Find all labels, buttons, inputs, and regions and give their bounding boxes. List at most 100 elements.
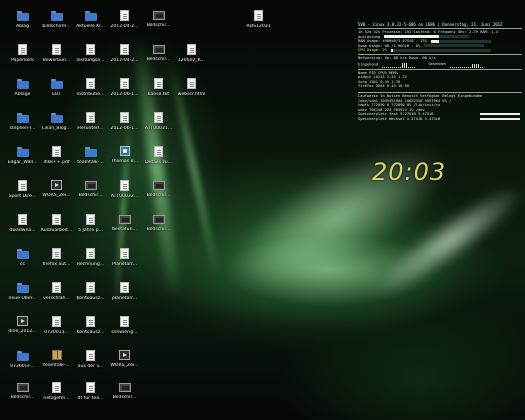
desktop-icon[interactable]: netzgefm...	[40, 382, 73, 415]
desktop-icon[interactable]: bildschirm...	[40, 10, 73, 43]
desktop-icon[interactable]: Auszuarbeit...	[40, 214, 73, 247]
desktop-icon[interactable]: stephen-l...	[6, 112, 39, 145]
desktop-icon[interactable]: 5 Jahre p...	[74, 214, 107, 247]
desktop-icon-label: stephen-l...	[9, 126, 36, 131]
desktop-icon-label: EBT	[52, 92, 61, 97]
net-in-graph	[382, 60, 417, 68]
graph-bar	[400, 66, 402, 68]
graph-bar	[410, 66, 412, 68]
graph-bar	[462, 66, 464, 68]
document-icon	[86, 112, 95, 123]
ram-bar	[431, 39, 492, 43]
graph-bar	[466, 66, 468, 68]
folder-icon	[16, 147, 29, 157]
desktop-icon-label: dwadwna...	[9, 228, 36, 233]
desktop-icon[interactable]: 2012-04-2...	[108, 10, 141, 43]
desktop-icon[interactable]: dwadwna...	[6, 214, 39, 247]
desktop-icon[interactable]: EBT	[40, 78, 73, 111]
desktop-icon[interactable]: kaese.txt	[142, 78, 175, 111]
desktop-icon[interactable]: 120502_K...	[175, 44, 208, 77]
conky-net-graphs: Eingehend Gesendet	[358, 60, 522, 68]
desktop-icon[interactable]: Rechnung...	[74, 248, 107, 281]
desktop-icon[interactable]: Bildschir...	[142, 10, 175, 43]
desktop-icon[interactable]: Planetarr...	[108, 248, 141, 281]
desktop-icon[interactable]: Bildschir...	[6, 382, 39, 415]
desktop-icon[interactable]: ifikk++.pdf	[40, 146, 73, 179]
desktop-icon[interactable]: Bildschir...	[74, 180, 107, 213]
desktop-icon[interactable]: teamtalk-...	[74, 146, 107, 179]
document-icon	[120, 180, 129, 191]
desktop-icon[interactable]: Kontoausz...	[74, 282, 107, 315]
desktop-icon[interactable]: Edgar_Wall...	[6, 146, 39, 179]
desktop-icon[interactable]: Paperkork	[6, 44, 39, 77]
desktop-icon-label: netzgefm...	[43, 396, 70, 401]
document-icon	[18, 44, 27, 55]
desktop-icon[interactable]: Details zu...	[142, 146, 175, 179]
desktop-icon[interactable]: Bewerbun...	[40, 44, 73, 77]
clock: 20:03	[372, 158, 447, 186]
desktop-icon[interactable]: Bildschir...	[108, 382, 141, 415]
desktop-icon[interactable]: Lilian_Blog...	[40, 112, 73, 145]
ram-total-bar	[480, 113, 520, 116]
desktop-icon[interactable]: WORS_Zei...	[40, 180, 73, 213]
desktop-icon[interactable]: WORS_Zei...	[108, 350, 141, 383]
desktop-icon[interactable]: 2012-04-2...	[108, 44, 141, 77]
document-icon	[154, 78, 163, 89]
desktop-icon[interactable]: firefox aut...	[40, 248, 73, 281]
desktop-icon-label: Herunterl...	[77, 126, 104, 131]
desktop-icon[interactable]: Bildschir...	[142, 180, 175, 213]
image-file-icon	[84, 181, 97, 190]
desktop-icon-label: webscr.html	[177, 92, 206, 97]
desktop-icon[interactable]: Ablage	[6, 78, 39, 111]
desktop-icon[interactable]: planetarr...	[108, 282, 141, 315]
desktop-icon[interactable]: Bildschir...	[142, 44, 175, 77]
image-file-icon	[16, 383, 29, 392]
desktop-icon-label: teamtalk-...	[43, 363, 70, 368]
document-icon	[18, 180, 27, 191]
desktop-icon-label: cc	[19, 262, 26, 267]
graph-bar	[450, 66, 452, 68]
script-file-icon	[119, 146, 130, 156]
desktop-icon-label: Ablage	[14, 92, 31, 97]
desktop-icon[interactable]: ATT00032...	[108, 180, 141, 213]
desktop-icon[interactable]: 2012-06-1...	[108, 78, 141, 111]
desktop-icon[interactable]: ATT00031...	[142, 112, 175, 145]
desktop-icon[interactable]: distributio...	[74, 78, 107, 111]
desktop-icon[interactable]: Sport Dire...	[6, 180, 39, 213]
desktop-icon[interactable]: bestatun...	[108, 214, 141, 247]
desktop-icon[interactable]: teamtalk-...	[40, 350, 73, 383]
desktop-icon[interactable]: 07360l3-...	[6, 350, 39, 383]
desktop-icon[interactable]: dt für tea...	[74, 382, 107, 415]
desktop-icon-label: teamtalk-...	[77, 160, 104, 165]
desktop-icon[interactable]: Thomas B...	[108, 146, 141, 179]
graph-bar	[468, 66, 470, 68]
desktop-icon[interactable]: Kontoausz...	[74, 316, 107, 349]
desktop-icon[interactable]: Herunterl...	[74, 112, 107, 145]
graph-bar	[456, 66, 458, 68]
desktop-icon-label: distributio...	[76, 92, 105, 97]
desktop-icon[interactable]: aus der v...	[74, 350, 107, 383]
document-icon	[86, 44, 95, 55]
desktop-icon[interactable]: schwierig...	[108, 316, 141, 349]
graph-bar	[382, 66, 384, 68]
desktop-icon[interactable]: verschlan...	[40, 282, 73, 315]
document-icon	[86, 382, 95, 393]
desktop-icon[interactable]: lesitungsa...	[74, 44, 107, 77]
desktop-icon[interactable]: Bildschir...	[142, 214, 175, 247]
graph-bar	[402, 62, 404, 68]
document-icon	[86, 78, 95, 89]
desktop-icon[interactable]: Ablag	[6, 10, 39, 43]
desktop-icon[interactable]: cc	[6, 248, 39, 281]
desktop-icon[interactable]: 0730013...	[40, 316, 73, 349]
desktop-icon[interactable]: 2012-06-1...	[108, 112, 141, 145]
desktop-icon-label: Lilian_Blog...	[42, 126, 71, 131]
desktop-icon[interactable]: dine_2012...	[6, 316, 39, 349]
swap-bar	[424, 44, 485, 48]
desktop-icon[interactable]: webscr.html	[175, 78, 208, 111]
disk-list: /dev/sda1 1045491904 10832320 5597964 6%…	[358, 99, 522, 113]
desktop-icon[interactable]: Aktuelle Kl...	[74, 10, 107, 43]
image-file-icon	[152, 181, 165, 190]
graph-bar	[474, 63, 476, 68]
desktop-icon[interactable]: neue Uber...	[6, 282, 39, 315]
desktop-icon[interactable]: RDS12031	[242, 10, 275, 43]
